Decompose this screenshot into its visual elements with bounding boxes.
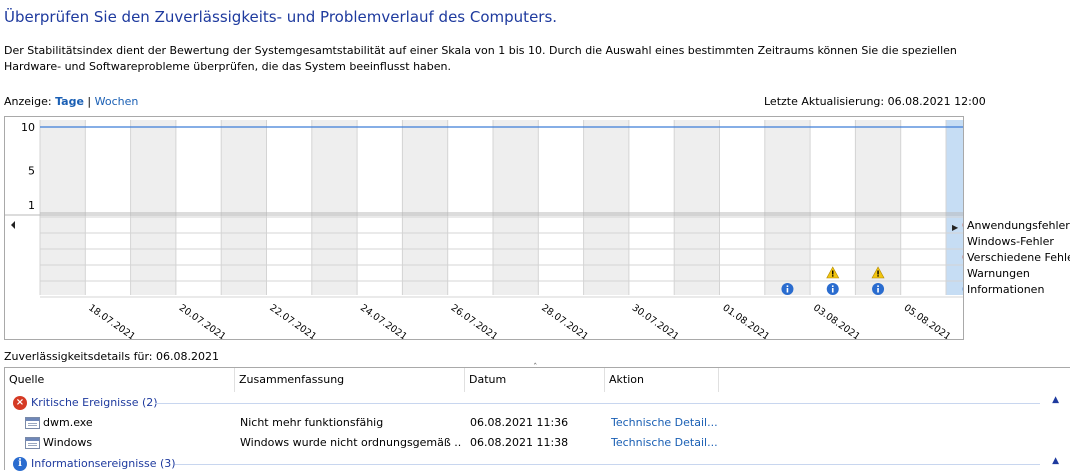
cell-date: 06.08.2021 11:36 xyxy=(470,413,602,433)
page-title: Überprüfen Sie den Zuverlässigkeits- und… xyxy=(4,8,557,26)
collapse-chevron-icon[interactable]: ▲ xyxy=(1052,395,1059,405)
group-title: Kritische Ereignisse (2) xyxy=(31,396,158,409)
cell-summary: Windows wurde nicht ordnungsgemäß ... xyxy=(240,433,462,453)
cell-source: dwm.exe xyxy=(43,413,223,433)
group-title: Informationsereignisse (3) xyxy=(31,457,176,470)
info-glyph-stem xyxy=(832,288,834,293)
x-tick-label: 05.08.2021 xyxy=(902,302,953,339)
x-tick-label: 01.08.2021 xyxy=(720,302,771,339)
legend-item: Warnungen xyxy=(967,266,1070,282)
day-column[interactable] xyxy=(946,120,963,295)
scroll-left-arrow-icon[interactable] xyxy=(11,221,15,229)
sort-indicator-icon: ˆ xyxy=(533,363,538,373)
view-separator: | xyxy=(87,95,91,108)
cell-date: 06.08.2021 11:38 xyxy=(470,433,602,453)
day-column[interactable] xyxy=(40,120,85,295)
info-glyph-dot xyxy=(787,285,789,287)
day-column[interactable] xyxy=(584,120,629,295)
legend-item: Anwendungsfehler xyxy=(967,218,1070,234)
details-label: Zuverlässigkeitsdetails für: 06.08.2021 xyxy=(4,350,219,363)
table-row[interactable]: dwm.exe Nicht mehr funktionsfähig 06.08.… xyxy=(5,413,1067,433)
x-tick-label: 30.07.2021 xyxy=(630,302,681,339)
info-icon: i xyxy=(13,457,27,471)
view-weeks-link[interactable]: Wochen xyxy=(95,95,139,108)
chart-legend: AnwendungsfehlerWindows-FehlerVerschiede… xyxy=(967,218,1070,298)
technical-details-link[interactable]: Technische Detail... xyxy=(611,433,731,453)
y-tick-label: 10 xyxy=(21,121,35,134)
day-column[interactable] xyxy=(765,120,810,295)
day-column[interactable] xyxy=(674,120,719,295)
reliability-chart-svg: 10 5 1 18.07.2021 20.07.2021 22.07.2021 24.07.… xyxy=(5,117,963,339)
error-icon: × xyxy=(13,396,27,410)
info-glyph-stem xyxy=(787,288,789,293)
legend-item: Windows-Fehler xyxy=(967,234,1070,250)
x-tick-label: 18.07.2021 xyxy=(86,302,137,339)
info-glyph-stem xyxy=(877,288,879,293)
page-description: Der Stabilitätsindex dient der Bewertung… xyxy=(4,43,1004,75)
x-tick-label: 20.07.2021 xyxy=(177,302,228,339)
application-icon xyxy=(25,417,40,429)
y-tick-label: 5 xyxy=(28,164,35,177)
warning-exclamation-glyph xyxy=(832,271,833,275)
view-days-link[interactable]: Tage xyxy=(55,95,84,108)
y-tick-label: 1 xyxy=(28,199,35,212)
x-tick-label: 22.07.2021 xyxy=(267,302,318,339)
day-column[interactable] xyxy=(402,120,447,295)
technical-details-link[interactable]: Technische Detail... xyxy=(611,413,731,433)
x-tick-label: 24.07.2021 xyxy=(358,302,409,339)
view-selector: Anzeige: Tage | Wochen xyxy=(4,95,138,108)
group-critical-events[interactable]: × Kritische Ereignisse (2) ▲ xyxy=(5,393,1067,413)
view-label: Anzeige: xyxy=(4,95,52,108)
group-information-events[interactable]: i Informationsereignisse (3) ▲ xyxy=(5,454,1067,474)
column-header-action[interactable]: Aktion xyxy=(605,368,719,392)
x-tick-label: 28.07.2021 xyxy=(539,302,590,339)
group-divider xyxy=(155,403,1040,404)
x-tick-label: 26.07.2021 xyxy=(449,302,500,339)
day-column[interactable] xyxy=(493,120,538,295)
legend-item: Informationen xyxy=(967,282,1070,298)
warning-exclamation-dot xyxy=(877,275,878,276)
warning-exclamation-glyph xyxy=(877,271,878,275)
legend-item: Verschiedene Fehler xyxy=(967,250,1070,266)
column-header-source[interactable]: Quelle xyxy=(5,368,235,392)
group-divider xyxy=(175,464,1040,465)
cell-summary: Nicht mehr funktionsfähig xyxy=(240,413,462,433)
cell-source: Windows xyxy=(43,433,223,453)
details-table: Quelle Zusammenfassung Datum ˆ Aktion × … xyxy=(4,367,1070,470)
day-column[interactable] xyxy=(312,120,357,295)
day-column[interactable] xyxy=(131,120,176,295)
x-tick-label: 03.08.2021 xyxy=(811,302,862,339)
info-glyph-dot xyxy=(832,285,834,287)
reliability-chart[interactable]: 10 5 1 18.07.2021 20.07.2021 22.07.2021 24.07.… xyxy=(4,116,964,340)
column-header-summary[interactable]: Zusammenfassung xyxy=(235,368,465,392)
table-row[interactable]: Windows Windows wurde nicht ordnungsgemä… xyxy=(5,433,1067,453)
info-glyph-dot xyxy=(877,285,879,287)
last-update-text: Letzte Aktualisierung: 06.08.2021 12:00 xyxy=(764,95,986,108)
application-icon xyxy=(25,437,40,449)
scroll-right-arrow-icon[interactable]: ▶ xyxy=(952,223,958,232)
day-column[interactable] xyxy=(221,120,266,295)
collapse-chevron-icon[interactable]: ▲ xyxy=(1052,456,1059,466)
warning-exclamation-dot xyxy=(832,275,833,276)
